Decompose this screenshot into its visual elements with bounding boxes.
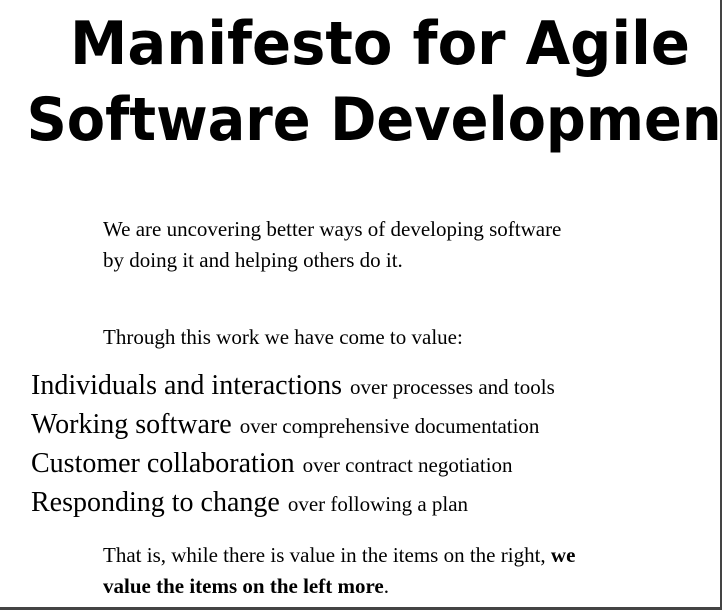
- value-row: Working software over comprehensive docum…: [31, 405, 711, 444]
- value-row: Responding to change over following a pla…: [31, 483, 711, 522]
- closing-plain-text: That is, while there is value in the ite…: [103, 543, 546, 567]
- values-list: Individuals and interactions over process…: [31, 366, 711, 522]
- value-left: Customer collaboration: [31, 448, 295, 479]
- page-title: Manifesto for Agile Software Development: [0, 6, 722, 158]
- intro-paragraph: We are uncovering better ways of develop…: [103, 217, 562, 272]
- manifesto-page: Manifesto for Agile Software Development…: [0, 0, 722, 610]
- value-left: Individuals and interactions: [31, 370, 343, 401]
- title-line-1: Manifesto for Agile: [70, 9, 690, 79]
- through-paragraph: Through this work we have come to value:: [103, 325, 463, 349]
- value-right: over contract negotiation: [302, 453, 513, 477]
- value-left: Working software: [31, 409, 232, 440]
- value-right: over comprehensive documentation: [239, 414, 540, 438]
- title-line-2: Software Development: [26, 85, 722, 155]
- value-left: Responding to change: [31, 487, 280, 518]
- value-row: Individuals and interactions over process…: [31, 366, 711, 405]
- value-right: over following a plan: [287, 492, 469, 516]
- value-row: Customer collaboration over contract nego…: [31, 444, 711, 483]
- closing-paragraph: That is, while there is value in the ite…: [103, 540, 623, 602]
- closing-end-text: .: [383, 574, 389, 598]
- value-right: over processes and tools: [350, 375, 555, 399]
